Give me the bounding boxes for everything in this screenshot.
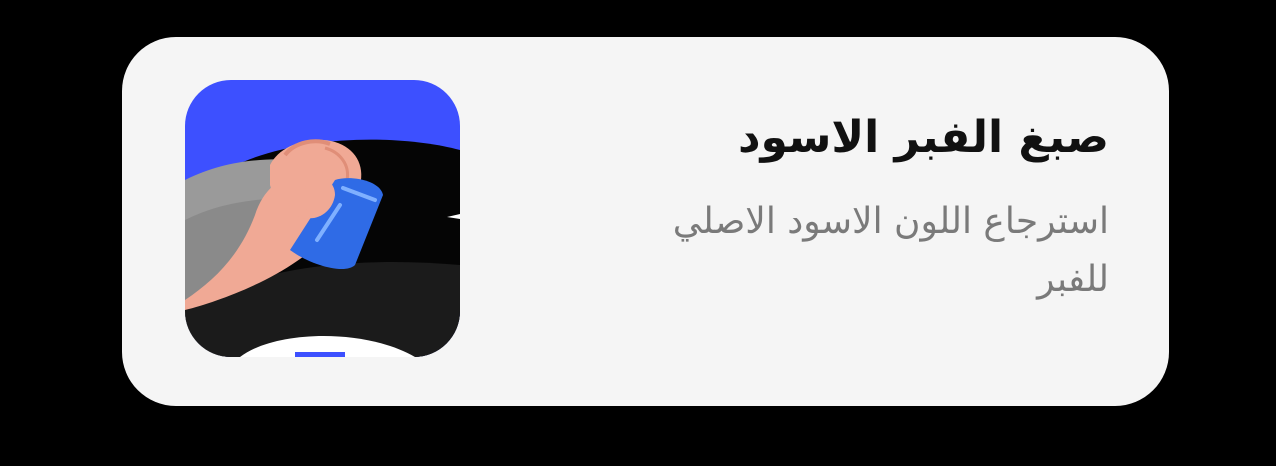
service-card[interactable]: صبغ الفبر الاسود استرجاع اللون الاسود ال… — [122, 37, 1169, 406]
service-image — [185, 80, 460, 357]
service-text: صبغ الفبر الاسود استرجاع اللون الاسود ال… — [489, 107, 1109, 309]
service-title: صبغ الفبر الاسود — [737, 112, 1109, 163]
tire-polish-icon — [185, 80, 460, 357]
service-description: استرجاع اللون الاسود الاصلي للفبر — [672, 201, 1109, 300]
